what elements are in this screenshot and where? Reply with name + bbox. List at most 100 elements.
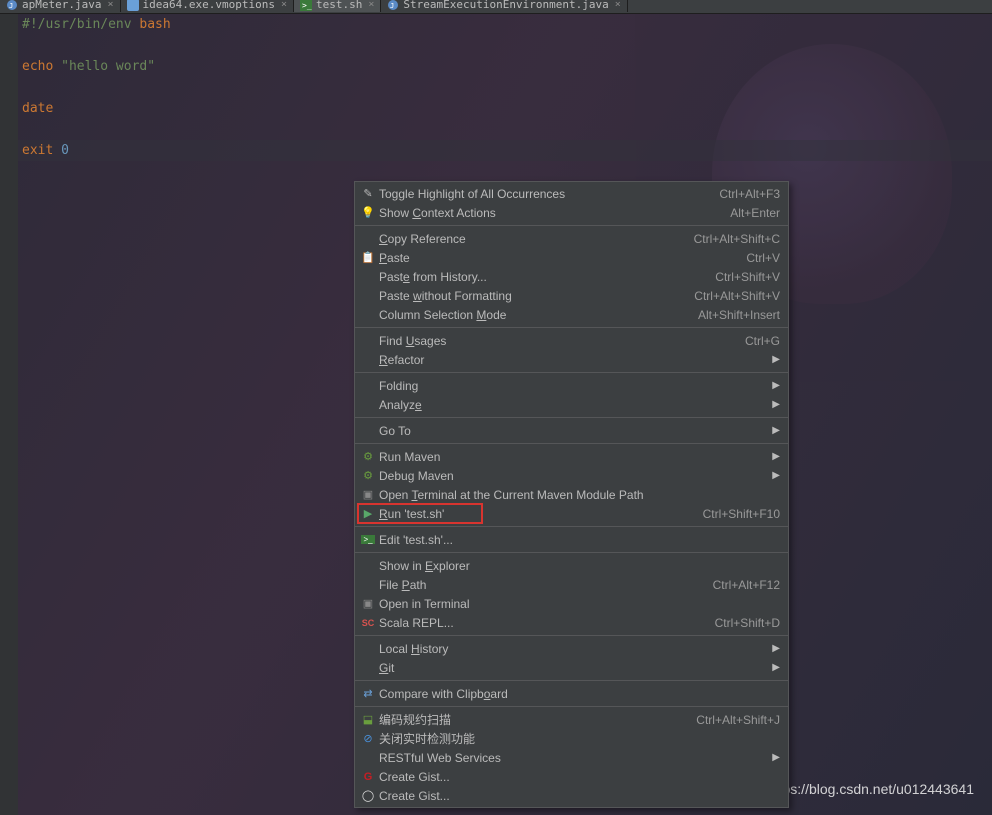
menu-separator bbox=[355, 706, 788, 707]
file-icon: J bbox=[387, 0, 399, 11]
editor-tabs: JapMeter.java×idea64.exe.vmoptions×>_tes… bbox=[0, 0, 992, 14]
menu-label: Create Gist... bbox=[379, 789, 780, 803]
menu-item-git[interactable]: Git▶ bbox=[355, 658, 788, 677]
menu-label: Paste from History... bbox=[379, 270, 715, 284]
menu-item-open-in-terminal[interactable]: ▣Open in Terminal bbox=[355, 594, 788, 613]
menu-separator bbox=[355, 680, 788, 681]
bulb-icon: 💡 bbox=[359, 205, 377, 221]
menu-item-paste-without-formatting[interactable]: Paste without FormattingCtrl+Alt+Shift+V bbox=[355, 286, 788, 305]
menu-label: Git bbox=[379, 661, 772, 675]
menu-item-copy-reference[interactable]: Copy ReferenceCtrl+Alt+Shift+C bbox=[355, 229, 788, 248]
menu-label: Open in Terminal bbox=[379, 597, 780, 611]
menu-item-create-gist[interactable]: GCreate Gist... bbox=[355, 767, 788, 786]
menu-item-folding[interactable]: Folding▶ bbox=[355, 376, 788, 395]
menu-label: Compare with Clipboard bbox=[379, 687, 780, 701]
menu-label: Folding bbox=[379, 379, 772, 393]
menu-item-compare-with-clipboard[interactable]: ⇄Compare with Clipboard bbox=[355, 684, 788, 703]
menu-shortcut: Ctrl+Shift+F10 bbox=[703, 507, 780, 521]
menu-label: Run 'test.sh' bbox=[379, 507, 703, 521]
watermark: https://blog.csdn.net/u012443641 bbox=[767, 781, 974, 797]
menu-icon bbox=[359, 333, 377, 349]
menu-item-create-gist[interactable]: ◯Create Gist... bbox=[355, 786, 788, 805]
file-icon: J bbox=[6, 0, 18, 11]
menu-item-paste[interactable]: 📋PasteCtrl+V bbox=[355, 248, 788, 267]
gear-green-icon: ⚙ bbox=[359, 468, 377, 484]
menu-item-edit-test-sh[interactable]: >_Edit 'test.sh'... bbox=[355, 530, 788, 549]
menu-separator bbox=[355, 526, 788, 527]
menu-label: Column Selection Mode bbox=[379, 308, 698, 322]
menu-item-debug-maven[interactable]: ⚙Debug Maven▶ bbox=[355, 466, 788, 485]
menu-shortcut: Ctrl+Alt+Shift+J bbox=[696, 713, 780, 727]
menu-item-paste-from-history[interactable]: Paste from History...Ctrl+Shift+V bbox=[355, 267, 788, 286]
submenu-arrow-icon: ▶ bbox=[772, 451, 780, 462]
menu-item-toggle-highlight-of-all-occurrences[interactable]: ✎Toggle Highlight of All OccurrencesCtrl… bbox=[355, 184, 788, 203]
file-icon: >_ bbox=[300, 0, 312, 11]
menu-item-go-to[interactable]: Go To▶ bbox=[355, 421, 788, 440]
menu-shortcut: Ctrl+Shift+D bbox=[715, 616, 780, 630]
menu-separator bbox=[355, 417, 788, 418]
gear-green-icon: ⚙ bbox=[359, 449, 377, 465]
menu-icon bbox=[359, 660, 377, 676]
menu-label: Show in Explorer bbox=[379, 559, 780, 573]
menu-icon bbox=[359, 231, 377, 247]
menu-item-refactor[interactable]: Refactor▶ bbox=[355, 350, 788, 369]
close-icon[interactable]: × bbox=[368, 0, 374, 10]
submenu-arrow-icon: ▶ bbox=[772, 354, 780, 365]
compare-icon: ⇄ bbox=[359, 686, 377, 702]
svg-text:J: J bbox=[9, 2, 13, 10]
menu-icon bbox=[359, 577, 377, 593]
menu-item-open-terminal-at-the-current-maven-module-path[interactable]: ▣Open Terminal at the Current Maven Modu… bbox=[355, 485, 788, 504]
menu-shortcut: Alt+Shift+Insert bbox=[698, 308, 780, 322]
code-exit: exit bbox=[22, 143, 61, 158]
menu-item-show-context-actions[interactable]: 💡Show Context ActionsAlt+Enter bbox=[355, 203, 788, 222]
menu-item-[interactable]: ⬓编码规约扫描Ctrl+Alt+Shift+J bbox=[355, 710, 788, 729]
menu-item-file-path[interactable]: File PathCtrl+Alt+F12 bbox=[355, 575, 788, 594]
code-zero: 0 bbox=[61, 143, 69, 158]
menu-item-show-in-explorer[interactable]: Show in Explorer bbox=[355, 556, 788, 575]
code-echo: echo bbox=[22, 59, 61, 74]
tab-apmeter-java[interactable]: JapMeter.java × bbox=[0, 0, 121, 12]
scala-icon: SC bbox=[359, 615, 377, 631]
tab-streamexecutionenvironment-java[interactable]: JStreamExecutionEnvironment.java× bbox=[381, 0, 627, 12]
menu-item-run-test-sh[interactable]: ▶Run 'test.sh'Ctrl+Shift+F10 bbox=[355, 504, 788, 523]
close-icon[interactable]: × bbox=[107, 0, 113, 10]
menu-icon bbox=[359, 750, 377, 766]
block-icon: ⊘ bbox=[359, 731, 377, 747]
menu-label: Go To bbox=[379, 424, 772, 438]
menu-item-run-maven[interactable]: ⚙Run Maven▶ bbox=[355, 447, 788, 466]
menu-icon bbox=[359, 288, 377, 304]
menu-item-[interactable]: ⊘关闭实时检测功能 bbox=[355, 729, 788, 748]
code-shebang-sh: bash bbox=[139, 17, 170, 32]
tab-idea64-exe-vmoptions[interactable]: idea64.exe.vmoptions× bbox=[121, 0, 294, 12]
menu-icon bbox=[359, 397, 377, 413]
pencil-icon: ✎ bbox=[359, 186, 377, 202]
menu-separator bbox=[355, 635, 788, 636]
submenu-arrow-icon: ▶ bbox=[772, 643, 780, 654]
file-icon bbox=[127, 0, 139, 11]
menu-label: Debug Maven bbox=[379, 469, 772, 483]
menu-label: Run Maven bbox=[379, 450, 772, 464]
menu-icon bbox=[359, 352, 377, 368]
menu-label: Analyze bbox=[379, 398, 772, 412]
menu-item-analyze[interactable]: Analyze▶ bbox=[355, 395, 788, 414]
paste-icon: 📋 bbox=[359, 250, 377, 266]
menu-item-find-usages[interactable]: Find UsagesCtrl+G bbox=[355, 331, 788, 350]
close-icon[interactable]: × bbox=[281, 0, 287, 10]
editor-gutter bbox=[0, 14, 18, 815]
menu-icon bbox=[359, 423, 377, 439]
menu-label: Edit 'test.sh'... bbox=[379, 533, 780, 547]
tab-label: test.sh bbox=[316, 0, 362, 11]
menu-label: File Path bbox=[379, 578, 713, 592]
submenu-arrow-icon: ▶ bbox=[772, 425, 780, 436]
tab-label: apMeter.java bbox=[22, 0, 101, 11]
tab-test-sh[interactable]: >_ test.sh × bbox=[294, 0, 381, 12]
menu-item-local-history[interactable]: Local History▶ bbox=[355, 639, 788, 658]
menu-item-restful-web-services[interactable]: RESTful Web Services▶ bbox=[355, 748, 788, 767]
menu-shortcut: Ctrl+Shift+V bbox=[715, 270, 780, 284]
context-menu: ✎Toggle Highlight of All OccurrencesCtrl… bbox=[354, 181, 789, 808]
menu-icon bbox=[359, 269, 377, 285]
menu-shortcut: Ctrl+Alt+Shift+C bbox=[694, 232, 780, 246]
close-icon[interactable]: × bbox=[615, 0, 621, 10]
menu-item-scala-repl[interactable]: SCScala REPL...Ctrl+Shift+D bbox=[355, 613, 788, 632]
menu-item-column-selection-mode[interactable]: Column Selection ModeAlt+Shift+Insert bbox=[355, 305, 788, 324]
